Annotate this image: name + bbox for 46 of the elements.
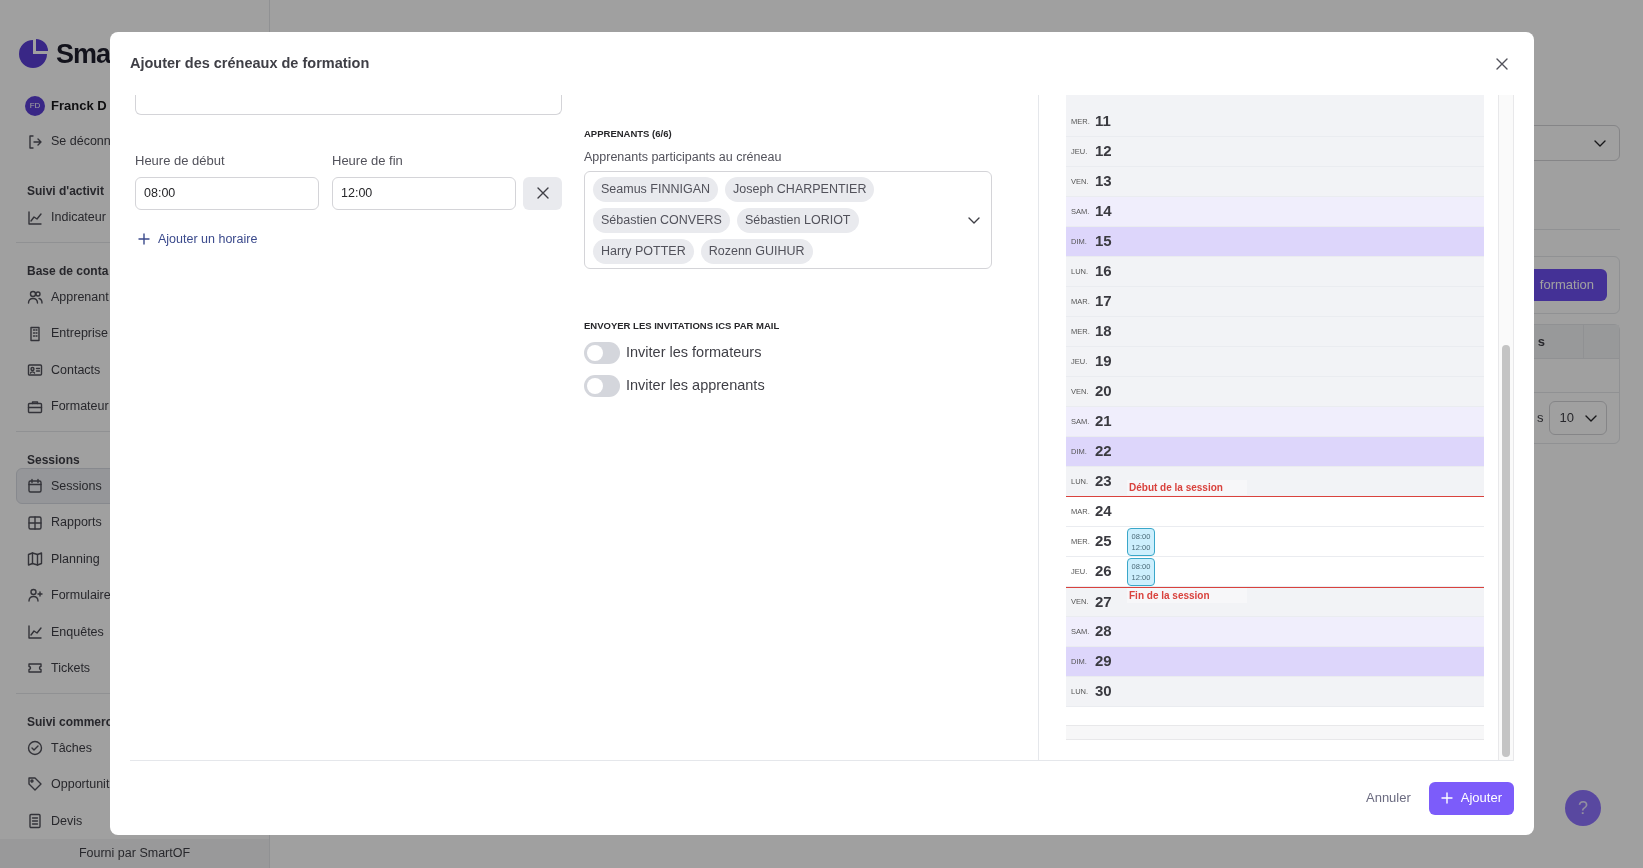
section-heading: APPRENANTS (6/6)	[584, 127, 673, 141]
credit-text: Fourni par SmartOF	[78, 845, 191, 863]
day-number: 16	[1095, 261, 1113, 282]
learner-tag: Joseph CHARPENTIER	[725, 176, 875, 202]
day-number: 27	[1095, 591, 1113, 612]
day-number: 14	[1095, 201, 1113, 222]
session-marker-label: Début de la session	[1127, 480, 1247, 495]
day-number: 26	[1095, 561, 1113, 582]
toggle-label: Inviter les apprenants	[626, 376, 765, 396]
day-number: 25	[1095, 531, 1113, 552]
day-number: 12	[1095, 141, 1113, 162]
field-label: Heure de fin	[332, 152, 404, 170]
user-name: Franck D	[51, 97, 107, 116]
learner-tag: Sébastien CONVERS	[593, 207, 730, 233]
learner-tag: Seamus FINNIGAN	[593, 176, 719, 202]
day-number: 15	[1095, 231, 1113, 252]
day-number: 29	[1095, 651, 1113, 672]
user-avatar: FD	[25, 96, 45, 117]
day-number: 19	[1095, 351, 1113, 372]
logo-text: Sma	[56, 38, 111, 72]
day-number: 22	[1095, 441, 1113, 462]
day-number: 24	[1095, 501, 1113, 522]
learner-tag: Sébastien LORIOT	[736, 207, 859, 233]
column-header: s	[1537, 333, 1545, 351]
section-heading: ENVOYER LES INVITATIONS ICS PAR MAIL	[584, 319, 781, 333]
section-heading: Suivi d'activit	[27, 183, 104, 200]
day-number: 21	[1095, 411, 1113, 432]
dialog-title: Ajouter des créneaux de formation	[130, 53, 370, 73]
section-heading: Base de conta	[27, 262, 109, 279]
section-heading: Suivi commerc	[27, 713, 113, 730]
session-marker-label: Fin de la session	[1127, 588, 1247, 603]
day-number: 23	[1095, 471, 1113, 492]
toggle-label: Inviter les formateurs	[626, 343, 762, 363]
field-label: Apprenants participants au créneau	[584, 149, 783, 167]
day-number: 11	[1095, 111, 1112, 132]
day-number: 13	[1095, 171, 1113, 192]
day-number: 30	[1095, 681, 1113, 702]
field-label: Heure de début	[135, 152, 226, 170]
day-number: 17	[1095, 291, 1113, 312]
page-size-label: s	[1537, 409, 1544, 428]
learner-tag: Rozenn GUIHUR	[700, 238, 813, 264]
day-number: 18	[1095, 321, 1113, 342]
day-number: 20	[1095, 381, 1113, 402]
learner-tag: Harry POTTER	[593, 238, 694, 264]
day-number: 28	[1095, 621, 1113, 642]
section-heading: Sessions	[27, 451, 80, 468]
